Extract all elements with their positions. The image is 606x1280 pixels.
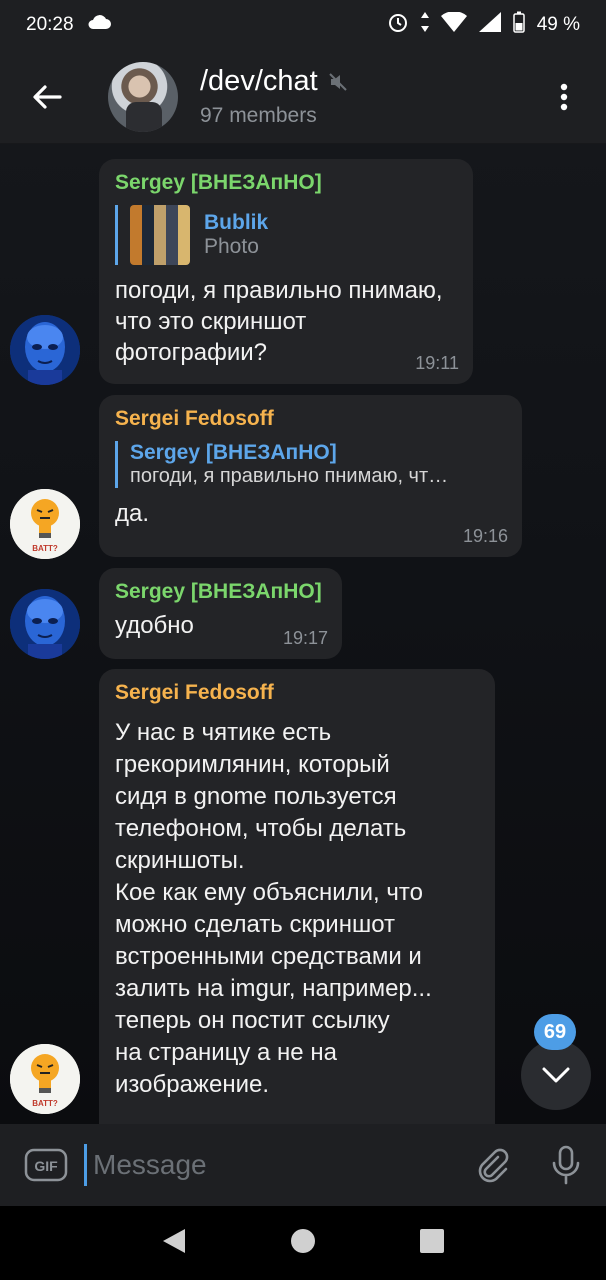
unread-count-badge[interactable]: 69: [534, 1014, 576, 1050]
message-time: 19:16: [462, 526, 508, 546]
message-line: на страницу а не на: [115, 1039, 337, 1066]
message-line: У нас в чятике есть: [115, 719, 332, 746]
signal-icon: [478, 12, 501, 38]
circle-home-icon: [290, 1228, 315, 1253]
user-avatar[interactable]: BATT?: [10, 489, 80, 559]
microphone-icon: [552, 1145, 579, 1185]
square-recents-icon: [419, 1228, 444, 1253]
data-arrows-icon: [420, 12, 429, 38]
chat-avatar[interactable]: [108, 61, 178, 132]
message-bubble[interactable]: Sergey [ВНЕЗАпНО] удобно 19:17: [99, 568, 342, 659]
message-line: скриншоты.: [115, 847, 245, 874]
muted-icon: [328, 72, 347, 91]
blue-face-icon: [10, 589, 80, 659]
triangle-back-icon: [163, 1228, 186, 1253]
message-line: можно сделать скриншот: [115, 911, 396, 938]
sender-name[interactable]: Sergei Fedosoff: [115, 681, 479, 705]
chat-title: /dev/chat: [200, 65, 318, 97]
lightbulb-icon: BATT?: [10, 489, 80, 559]
chat-header: /dev/chat 97 members: [0, 50, 606, 144]
nav-home-button[interactable]: [290, 1228, 316, 1259]
message-line: сидя в gnome пользуется: [115, 783, 397, 810]
reply-preview[interactable]: Bublik Photo: [115, 205, 457, 265]
scroll-down-button[interactable]: [521, 1040, 591, 1110]
message-line: встроенными средствами и: [115, 943, 422, 970]
chevron-down-icon: [542, 1067, 570, 1083]
message-line: грекоримлянин, который: [115, 751, 390, 778]
more-menu-button[interactable]: [534, 50, 594, 144]
sender-name[interactable]: Sergey [ВНЕЗАпНО]: [115, 171, 457, 195]
reply-author: Sergey [ВНЕЗАпНО]: [130, 441, 337, 464]
status-bar: 20:28 49 %: [0, 0, 606, 50]
cloud-icon: [86, 14, 112, 36]
gif-button[interactable]: GIF: [24, 1147, 68, 1183]
message-line: телефоном, чтобы делать: [115, 815, 407, 842]
message-line: теперь он постит ссылку: [115, 1007, 390, 1034]
avatar-badge: BATT?: [32, 544, 58, 553]
more-vertical-icon: [560, 83, 568, 110]
microphone-button[interactable]: [539, 1145, 592, 1185]
status-time: 20:28: [26, 14, 74, 35]
gif-label: GIF: [34, 1158, 58, 1174]
paperclip-icon: [478, 1148, 508, 1183]
message-bubble[interactable]: Sergey [ВНЕЗАпНО] Bublik Photo погоди, я…: [99, 159, 473, 384]
sender-name[interactable]: Sergey [ВНЕЗАпНО]: [115, 580, 326, 604]
sender-name[interactable]: Sergei Fedosoff: [115, 407, 506, 431]
back-button[interactable]: [14, 50, 80, 144]
message-bubble[interactable]: Sergei Fedosoff Sergey [ВНЕЗАпНО] погоди…: [99, 395, 522, 557]
avatar-badge: BATT?: [32, 1099, 58, 1108]
reply-author: Bublik: [204, 211, 269, 234]
reply-preview[interactable]: Sergey [ВНЕЗАпНО] погоди, я правильно пн…: [115, 441, 508, 488]
alarm-icon: [387, 11, 409, 39]
message-time: 19:17: [282, 628, 328, 648]
blue-face-icon: [10, 315, 80, 385]
message-time: 19:11: [415, 353, 459, 373]
reply-thumbnail: [130, 205, 190, 265]
message-bubble[interactable]: Sergei Fedosoff У нас в чятике есть грек…: [99, 669, 495, 1124]
message-text: погоди, я правильно пнимаю, что это скри…: [115, 277, 443, 366]
message-text: У нас в чятике есть грекоримлянин, котор…: [115, 717, 479, 1101]
message-line: залить на imgur, например...: [115, 975, 432, 1002]
user-avatar[interactable]: [10, 315, 80, 385]
wifi-icon: [440, 11, 467, 38]
battery-percent: 49 %: [536, 14, 580, 35]
attach-button[interactable]: [466, 1147, 519, 1183]
user-avatar[interactable]: BATT?: [10, 1044, 80, 1114]
reply-snippet: погоди, я правильно пнимаю, чт…: [130, 465, 449, 487]
system-nav-bar: [0, 1206, 606, 1280]
lightbulb-icon: BATT?: [10, 1044, 80, 1114]
arrow-left-icon: [33, 84, 62, 109]
message-list[interactable]: Sergey [ВНЕЗАпНО] Bublik Photo погоди, я…: [0, 144, 606, 1124]
member-count: 97 members: [200, 104, 317, 127]
message-text: да.: [115, 500, 150, 527]
message-line: изображение.: [115, 1071, 270, 1098]
message-input[interactable]: [84, 1144, 456, 1186]
nav-back-button[interactable]: [161, 1227, 187, 1260]
chat-info[interactable]: /dev/chat 97 members: [200, 65, 534, 128]
user-avatar[interactable]: [10, 589, 80, 659]
message-line: Кое как ему объяснили, что: [115, 879, 423, 906]
nav-recents-button[interactable]: [419, 1228, 445, 1259]
composer: GIF: [0, 1124, 606, 1206]
battery-icon: [512, 11, 525, 39]
reply-type: Photo: [204, 235, 259, 258]
